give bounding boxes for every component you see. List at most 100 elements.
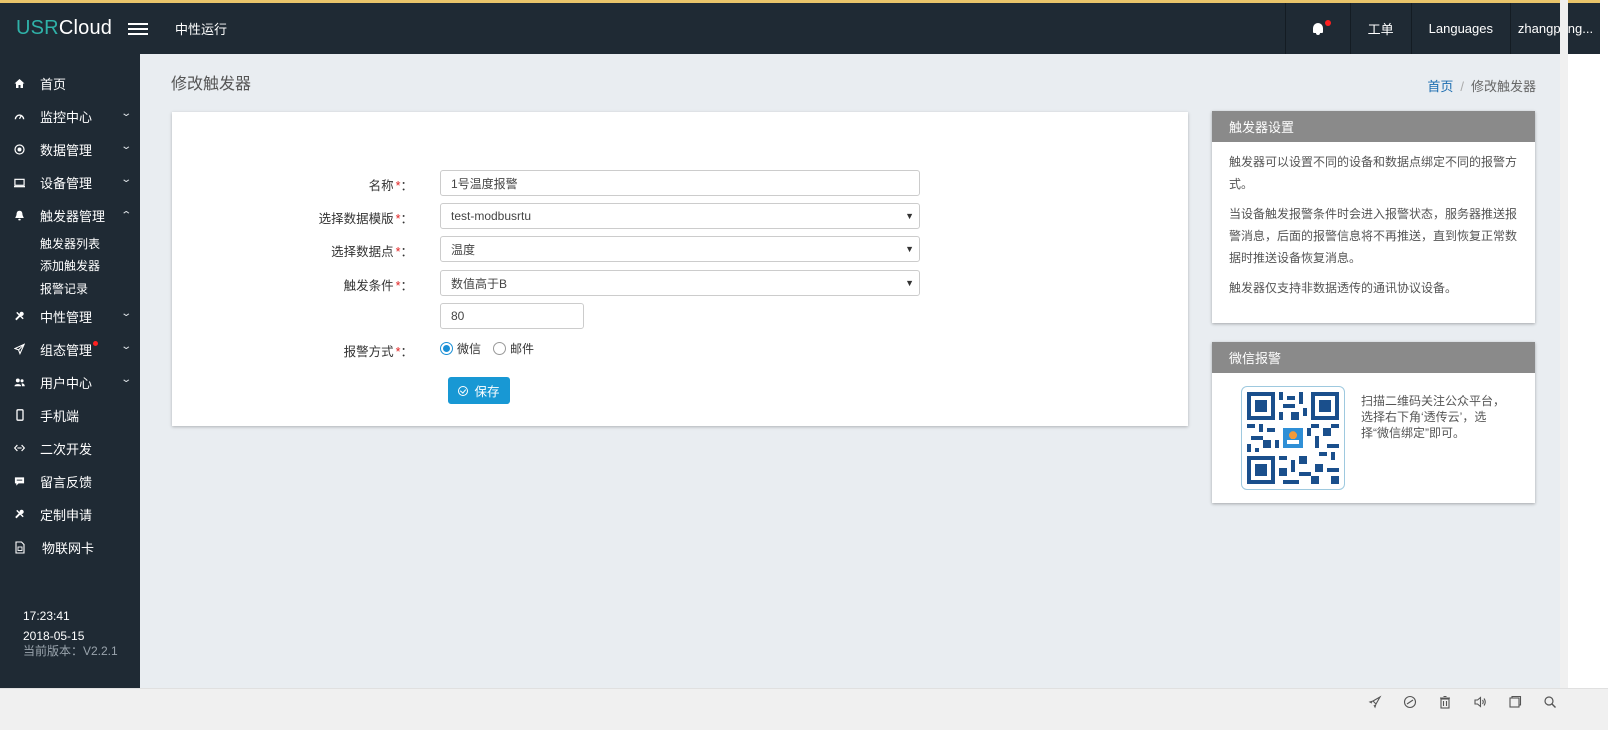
sidebar-item-data-management[interactable]: 数据管理 ⌄ <box>0 133 140 166</box>
wechat-alarm-panel: 微信报警 扫描二维码关注公众平台，选择右下角‘透传云’，选择“微信绑定”即可。 <box>1212 342 1535 503</box>
sidebar-item-label: 用户中心 <box>40 375 93 391</box>
condition-select[interactable]: 数值高于B ▼ <box>440 270 920 296</box>
sidebar-subitem-trigger-list[interactable]: 触发器列表 <box>0 232 140 255</box>
sidebar-subitem-add-trigger[interactable]: 添加触发器 <box>0 255 140 278</box>
sidebar-item-iot-card[interactable]: 物联网卡 <box>0 531 140 564</box>
monitor-icon <box>14 177 25 188</box>
email-radio-label[interactable]: 邮件 <box>510 340 534 357</box>
breadcrumb-current: 修改触发器 <box>1470 79 1536 94</box>
sidebar-subitem-alarm-records[interactable]: 报警记录 <box>0 277 140 300</box>
sidebar-item-device-management[interactable]: 设备管理 ⌄ <box>0 166 140 199</box>
sidebar-item-mobile[interactable]: 手机端 <box>0 399 140 432</box>
chevron-up-icon: ⌄ <box>119 208 132 219</box>
qr-code-image <box>1241 386 1345 490</box>
form-row-condition: 触发条件 *： 数值高于B ▼ <box>172 270 1188 296</box>
status-bar-icons <box>1367 694 1558 710</box>
header-title: 中性运行 <box>175 22 228 37</box>
sidebar-item-label: 二次开发 <box>40 441 93 457</box>
sidebar-item-user-center[interactable]: 用户中心 ⌄ <box>0 366 140 399</box>
template-select[interactable]: test-modbusrtu ▼ <box>440 203 920 229</box>
alarm-method-radio-group: 微信 邮件 <box>440 340 546 357</box>
code-icon <box>14 443 25 454</box>
wechat-radio[interactable] <box>440 342 453 355</box>
info-paragraph: 当设备触发报警条件时会进入报警状态，服务器推送报警消息，后面的报警信息将不再推送… <box>1229 207 1518 265</box>
sidebar-item-monitor-center[interactable]: 监控中心 ⌄ <box>0 100 140 133</box>
chevron-down-icon: ⌄ <box>119 340 132 352</box>
chevron-down-icon: ⌄ <box>119 108 132 119</box>
bell-icon <box>1311 19 1331 36</box>
user-menu[interactable]: zhangpeng... <box>1510 3 1600 54</box>
workorder-link[interactable]: 工单 <box>1349 3 1411 54</box>
browser-status-bar <box>0 688 1608 730</box>
panel-title: 触发器设置 <box>1212 111 1535 142</box>
sidebar-item-label: 组态管理 <box>40 342 93 358</box>
sidebar-item-label: 监控中心 <box>40 110 93 125</box>
trigger-settings-panel: 触发器设置 触发器可以设置不同的设备和数据点绑定不同的报警方式。 当设备触发报警… <box>1212 111 1535 323</box>
sidebar-item-label: 手机端 <box>40 408 80 424</box>
sidebar-item-trigger-management[interactable]: 触发器管理 ⌄ <box>0 199 140 232</box>
wechat-radio-label[interactable]: 微信 <box>457 340 481 357</box>
form-row-name: 名称 *： 1号温度报警 <box>172 170 1188 196</box>
sidebar-item-label: 数据管理 <box>40 143 93 158</box>
sidebar-item-home[interactable]: 首页 <box>0 67 140 100</box>
comment-icon <box>14 476 25 487</box>
sidebar: 首页 监控中心 ⌄ 数据管理 ⌄ 设备管理 ⌄ 触发器管理 ⌄ 触发器列表 添加… <box>0 54 140 688</box>
form-row-datapoint: 选择数据点 *： 温度 ▼ <box>172 236 1188 262</box>
database-icon <box>14 144 25 155</box>
template-label: 选择数据模版 *： <box>318 212 413 226</box>
sim-card-icon <box>14 540 25 554</box>
check-circle-icon <box>458 385 469 396</box>
info-paragraph: 触发器可以设置不同的设备和数据点绑定不同的报警方式。 <box>1229 155 1518 191</box>
form-row-template: 选择数据模版 *： test-modbusrtu ▼ <box>172 203 1188 229</box>
email-radio[interactable] <box>493 342 507 355</box>
tools-icon <box>14 311 25 322</box>
sidebar-item-label: 触发器管理 <box>40 209 106 224</box>
sidebar-item-configuration-management[interactable]: 组态管理 ⌄ <box>0 333 140 366</box>
datapoint-select[interactable]: 温度 ▼ <box>440 236 920 262</box>
form-row-threshold: 80 <box>172 303 1188 329</box>
caret-down-icon: ▼ <box>905 278 914 288</box>
sidebar-item-label: 设备管理 <box>40 176 93 191</box>
sidebar-item-feedback[interactable]: 留言反馈 <box>0 465 140 498</box>
new-badge-dot <box>93 340 98 346</box>
panel-body: 触发器可以设置不同的设备和数据点绑定不同的报警方式。 当设备触发报警条件时会进入… <box>1212 142 1535 299</box>
sidebar-item-label: 留言反馈 <box>40 474 93 490</box>
breadcrumb-home-link[interactable]: 首页 <box>1427 79 1453 94</box>
notifications-button[interactable] <box>1284 3 1350 54</box>
sidebar-item-neutral-management[interactable]: 中性管理 ⌄ <box>0 300 140 333</box>
page-scrollbar[interactable] <box>1560 0 1568 688</box>
sidebar-item-custom-request[interactable]: 定制申请 <box>0 498 140 531</box>
name-label: 名称 *： <box>368 179 413 193</box>
app-logo[interactable]: USRCloud <box>0 17 124 40</box>
send-icon <box>14 343 25 355</box>
window-icon[interactable] <box>1507 694 1523 710</box>
notification-dot <box>1324 19 1331 26</box>
home-icon <box>14 78 25 89</box>
wechat-instructions: 扫描二维码关注公众平台，选择右下角‘透传云’，选择“微信绑定”即可。 <box>1361 394 1506 440</box>
menu-toggle-icon[interactable] <box>128 22 148 35</box>
sidebar-item-label: 定制申请 <box>40 507 93 523</box>
panel-title: 微信报警 <box>1212 342 1535 373</box>
trash-icon[interactable] <box>1437 694 1453 710</box>
name-input[interactable]: 1号温度报警 <box>440 170 920 196</box>
sidebar-item-label: 中性管理 <box>40 309 93 325</box>
languages-menu[interactable]: Languages <box>1410 3 1510 54</box>
version-label: 当前版本：V2.2.1 <box>23 644 118 658</box>
chevron-down-icon: ⌄ <box>119 141 132 152</box>
threshold-input[interactable]: 80 <box>440 303 584 329</box>
sidebar-item-secondary-development[interactable]: 二次开发 <box>0 432 140 465</box>
rocket-icon[interactable] <box>1367 694 1383 710</box>
chevron-down-icon: ⌄ <box>119 307 132 319</box>
breadcrumb: 首页 / 修改触发器 <box>1427 76 1536 95</box>
chevron-down-icon: ⌄ <box>119 174 132 185</box>
speed-icon[interactable] <box>1402 694 1418 710</box>
clock-time: 17:23:41 <box>23 609 70 623</box>
save-button[interactable]: 保存 <box>448 377 510 404</box>
speaker-icon[interactable] <box>1472 694 1488 710</box>
caret-down-icon: ▼ <box>905 244 914 254</box>
sidebar-item-label: 首页 <box>40 77 67 92</box>
alarm-method-label: 报警方式 *： <box>343 345 413 359</box>
zoom-icon[interactable] <box>1542 694 1558 710</box>
dashboard-icon <box>14 111 25 122</box>
sidebar-footer: 17:23:41 2018-05-15 当前版本：V2.2.1 <box>23 606 118 661</box>
